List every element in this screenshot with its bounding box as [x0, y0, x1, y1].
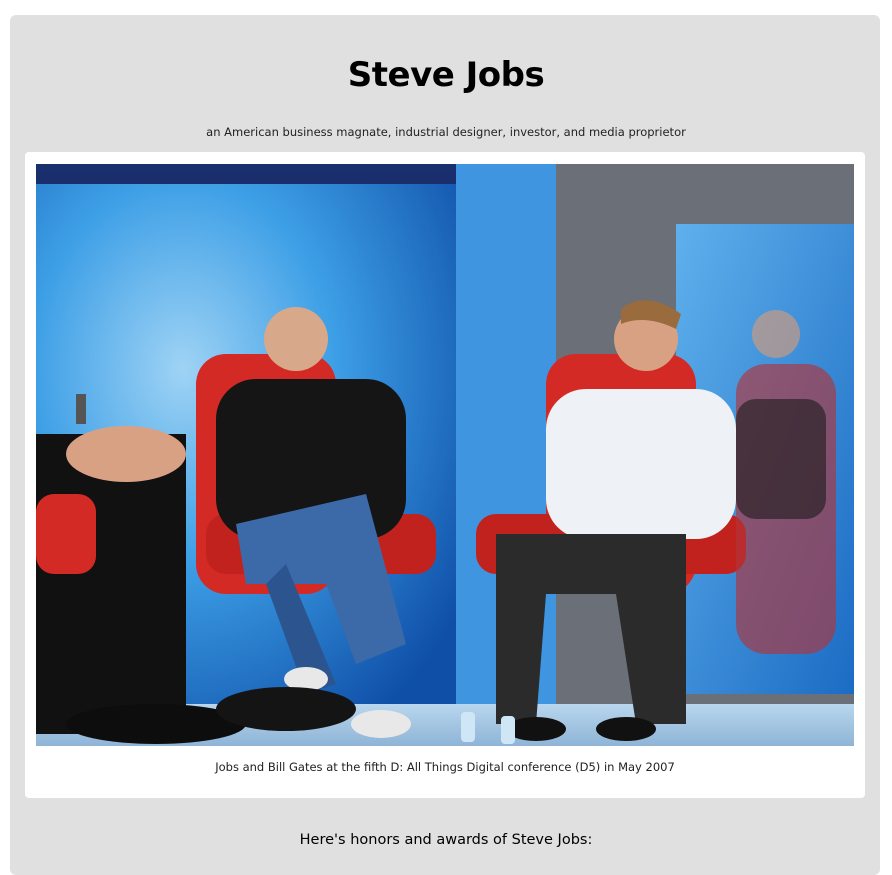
- photo: [36, 164, 854, 746]
- honors-heading: Here's honors and awards of Steve Jobs:: [299, 832, 593, 848]
- page-subtitle: an American business magnate, industrial…: [206, 125, 686, 139]
- figure-card: Jobs and Bill Gates at the fifth D: All …: [25, 152, 865, 798]
- figure-caption: Jobs and Bill Gates at the fifth D: All …: [215, 760, 675, 774]
- page-title: Steve Jobs: [347, 55, 545, 95]
